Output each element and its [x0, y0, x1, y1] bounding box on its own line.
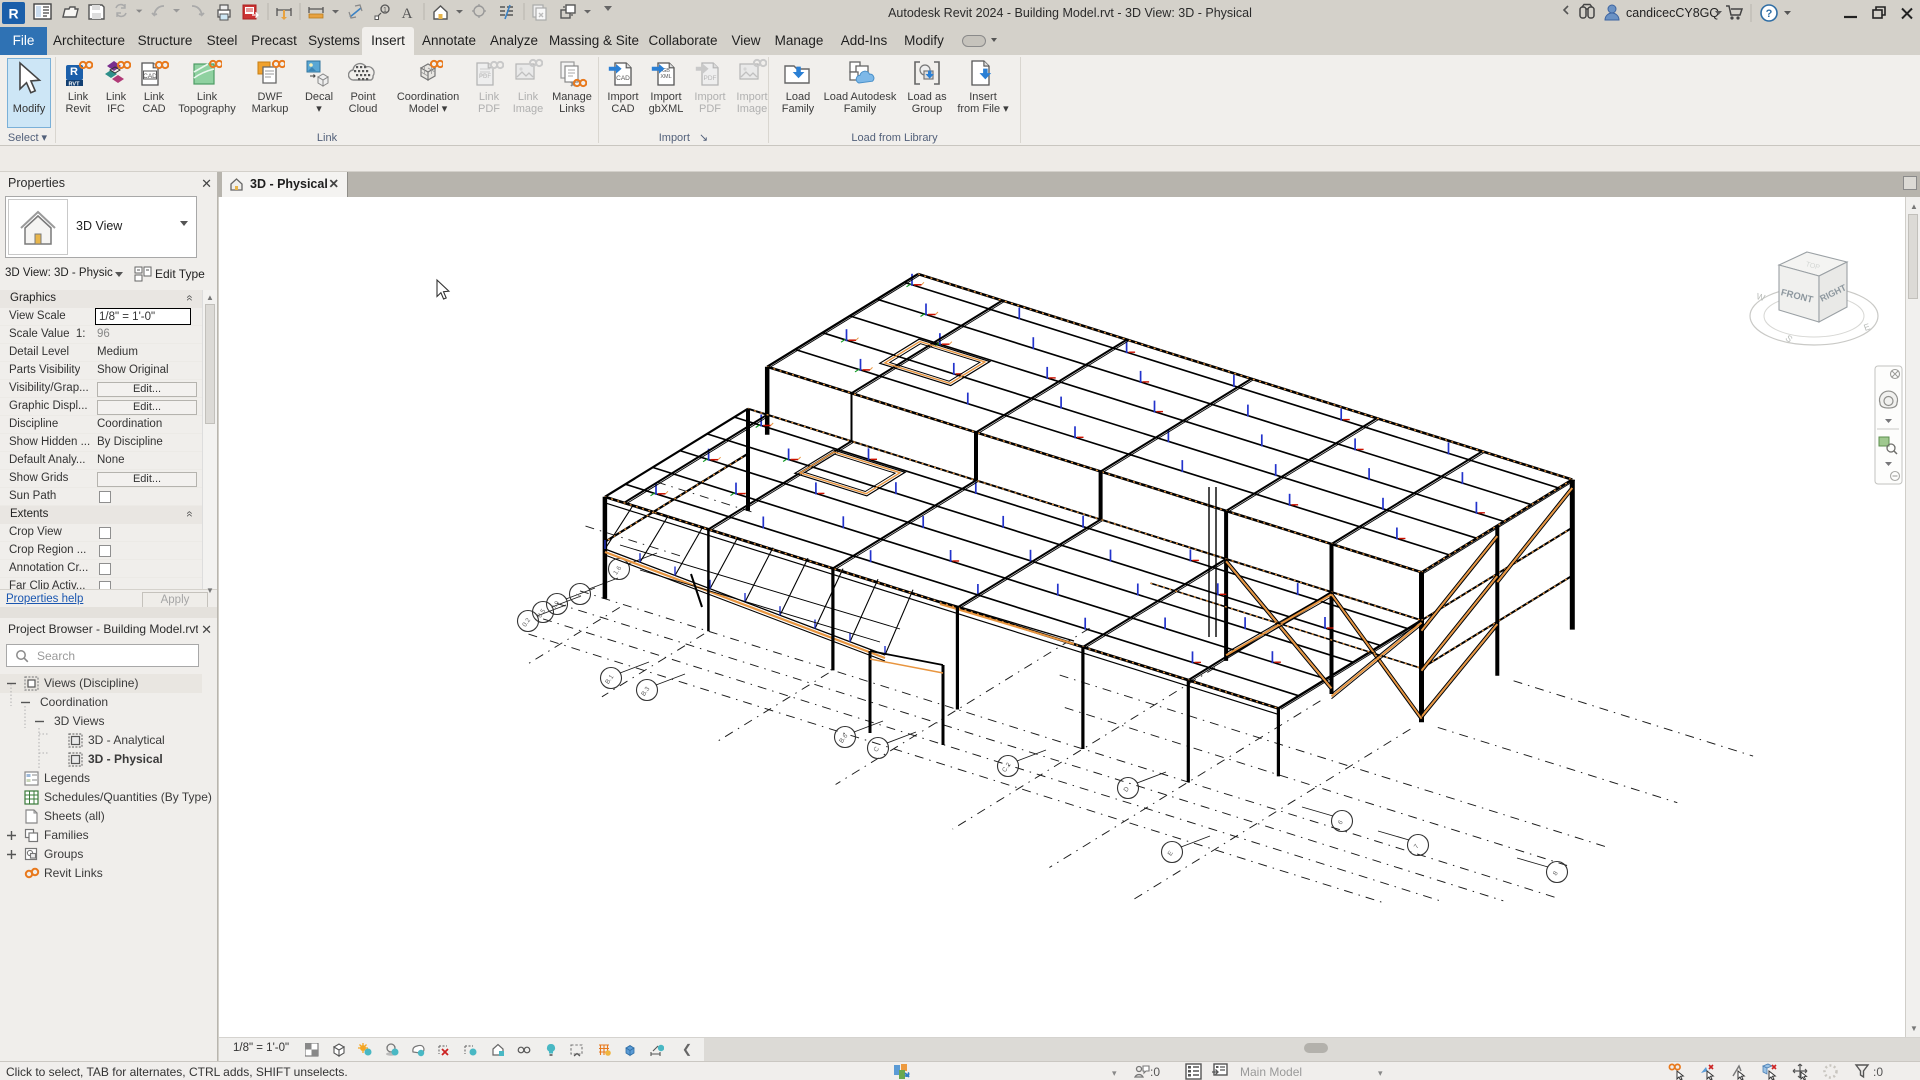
svg-text:RVT: RVT [69, 82, 81, 88]
svg-text:B.3: B.3 [640, 685, 652, 697]
svg-text:1.6: 1.6 [612, 565, 623, 577]
svg-text:0.9: 0.9 [550, 600, 561, 612]
svg-text:R: R [70, 66, 78, 78]
svg-text:0.5: 0.5 [536, 608, 547, 620]
svg-text:PDF: PDF [704, 75, 717, 82]
svg-text:B.6: B.6 [838, 732, 850, 744]
svg-text:?: ? [1766, 8, 1773, 20]
svg-text:A: A [402, 6, 413, 22]
svg-text:W: W [1755, 291, 1766, 303]
svg-text:R: R [8, 6, 18, 22]
svg-text:0.2: 0.2 [521, 617, 532, 629]
svg-text:E: E [1167, 849, 1176, 857]
svg-text:S: S [1783, 333, 1794, 345]
svg-text:7: 7 [1413, 843, 1421, 850]
svg-text:E: E [1862, 321, 1871, 332]
svg-text:1: 1 [383, 7, 387, 14]
svg-text:6: 6 [1337, 819, 1345, 826]
svg-text:D: D [1123, 785, 1132, 793]
svg-text:B.1: B.1 [604, 673, 616, 685]
svg-text:8: 8 [1552, 870, 1560, 877]
svg-text:XML: XML [660, 74, 671, 80]
svg-text:C.2: C.2 [1001, 761, 1013, 774]
svg-text:C: C [873, 745, 882, 753]
svg-text:candicecCY8GQ: candicecCY8GQ [1626, 6, 1719, 20]
svg-text:CAD: CAD [616, 75, 630, 82]
